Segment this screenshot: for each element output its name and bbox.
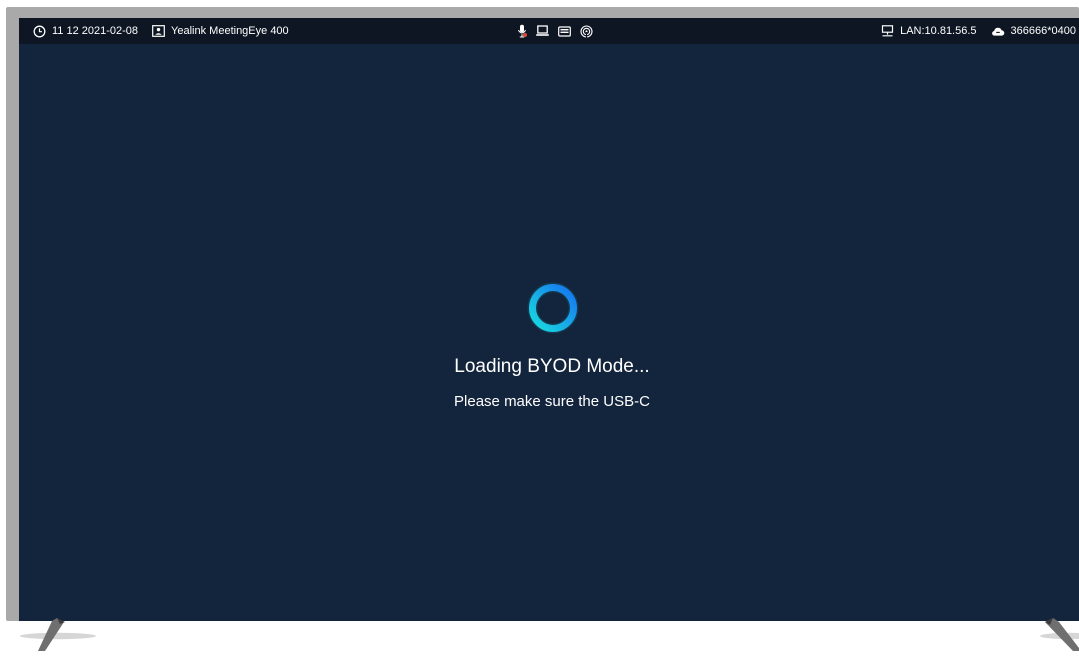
network-icon	[881, 25, 894, 37]
microphone-icon	[517, 24, 527, 38]
keyboard-icon	[558, 25, 571, 37]
status-left-group: 11 12 2021-02-08 Yealink MeetingEye 400	[33, 18, 289, 44]
loading-message: Please make sure the USB-C	[454, 393, 650, 410]
laptop-icon	[536, 25, 549, 37]
status-time: 11 12 2021-02-08	[52, 25, 139, 37]
wireless-icon	[580, 24, 593, 38]
tv-stand-left	[20, 618, 110, 651]
cloud-icon	[991, 26, 1005, 37]
lan-address: LAN:10.81.56.5	[900, 25, 977, 37]
loading-spinner	[527, 282, 579, 334]
tv-stand-right	[1030, 618, 1079, 651]
account-number: 366666*0400	[1010, 25, 1076, 37]
tv-screen: 11 12 2021-02-08 Yealink MeetingEye 400	[19, 18, 1079, 621]
tv-frame: 11 12 2021-02-08 Yealink MeetingEye 400	[6, 7, 1079, 621]
status-right-group: LAN:10.81.56.5 366666*0400	[881, 18, 1076, 44]
status-bar: 11 12 2021-02-08 Yealink MeetingEye 400	[19, 18, 1079, 44]
display-icon	[152, 25, 165, 37]
device-name: Yealink MeetingEye 400	[171, 25, 289, 37]
loading-title: Loading BYOD Mode...	[454, 356, 650, 377]
status-center-group	[517, 18, 593, 44]
clock-icon	[33, 25, 46, 38]
